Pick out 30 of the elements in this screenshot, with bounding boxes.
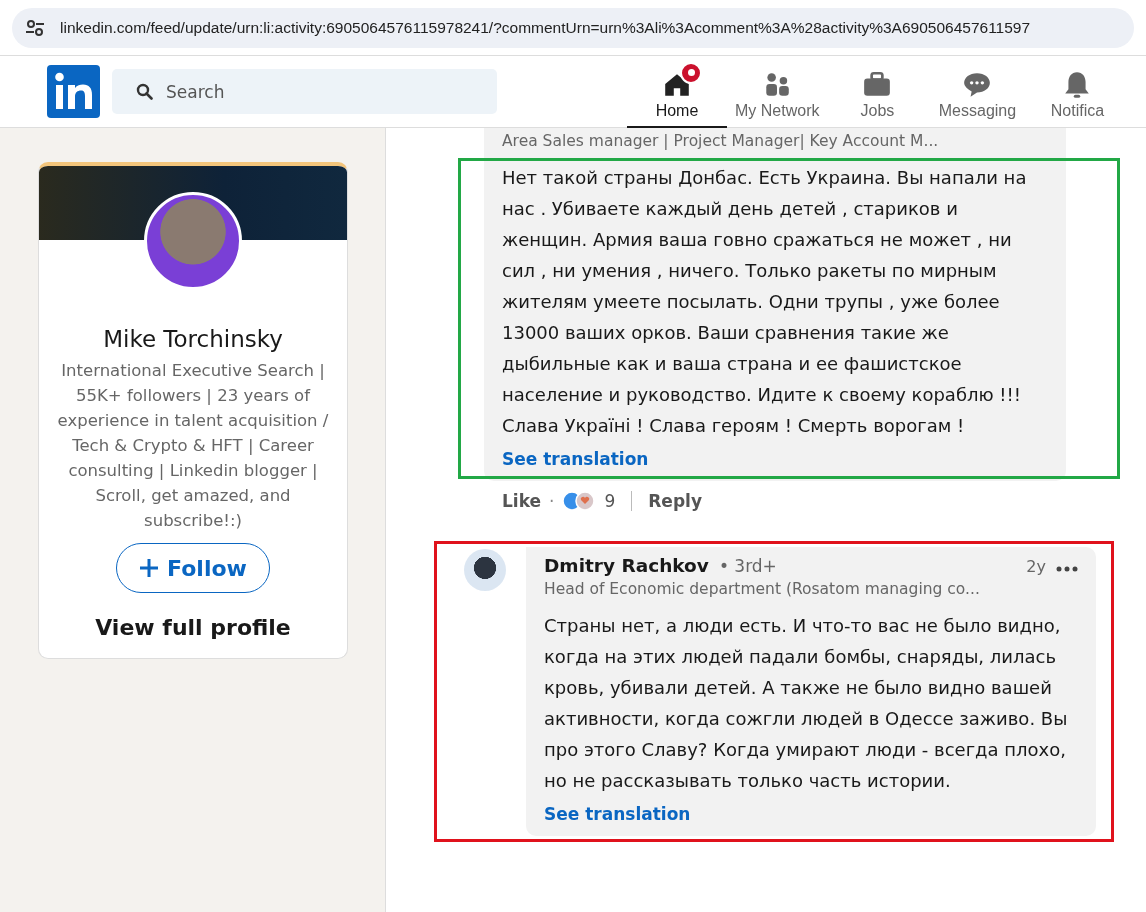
nav-tab[interactable]: Messaging xyxy=(927,55,1028,128)
plus-icon xyxy=(139,558,160,578)
more-icon[interactable] xyxy=(1056,566,1078,572)
logo-icon[interactable] xyxy=(47,65,100,118)
search-icon xyxy=(136,83,153,100)
commenter-avatar[interactable] xyxy=(464,549,506,591)
commenter-name[interactable]: Dmitry Rachkov xyxy=(544,555,709,576)
see-translation-link[interactable]: See translation xyxy=(544,804,691,824)
comment-text: Страны нет, а люди есть. И что-то вас не было видно, когда на этих людей падали бомбы, снаряды, лилась кровь, убивали детей. А также не было видно вашей активности, когда сожгли людей в Одессе заживо. Вы про этого Славу? Когда умирают люди - всегда плохо, но не рассказывать только часть истории. xyxy=(544,614,1069,793)
separator-dot: · xyxy=(549,491,555,511)
url-text: linkedin.com/feed/update/urn:li:activity:6905064576115978241/?commentUrn=urn%3Ali%3Acomment%3A%28activity%3A690506457611597 xyxy=(60,18,1031,37)
comment-text: Нет такой страны Донбас. Есть Украина. Вы напали на нас . Убиваете каждый день детей , стариков и женщин. Армия ваша говно сражаться не может , ни сил , ни умения , ничего. Только ракеты по мирным жителям умеете посылать. Одни трупы , уже более 13000 ваших орков. Ваши сравнения такие же дыбильные как и ваша страна и ее фашистское население и руководство. Идите к своему кораблю !!! Слава Україні ! Слава героям ! Смерть ворогам ! xyxy=(502,166,1028,438)
reply-button[interactable]: Reply xyxy=(648,491,702,511)
profile-headline: International Executive Search | 55K+ followers | 23 years of experience in talent acquisition / Tech & Crypto & HFT | Career consulting | Linkedin blogger | Scroll, get amazed, and subscribe!:) xyxy=(56,360,330,532)
see-translation-link[interactable]: See translation xyxy=(502,449,649,469)
reaction-count[interactable]: 9 xyxy=(604,491,616,511)
connection-degree: • 3rd+ xyxy=(718,556,777,576)
nav-tab[interactable]: My Network xyxy=(727,55,828,128)
like-button[interactable]: Like xyxy=(502,491,542,511)
address-bar[interactable]: linkedin.com/feed/update/urn:li:activity:6905064576115978241/?commentUrn=urn%3Ali%3Acomment%3A%28activity%3A690506457611597 xyxy=(12,7,1134,48)
profile-name: Mike Torchinsky xyxy=(103,326,283,352)
view-profile-link[interactable]: View full profile xyxy=(95,615,291,640)
nav-tab[interactable]: Notifica xyxy=(1027,55,1128,128)
reaction-icons xyxy=(562,491,597,511)
commenter-headline: Area Sales manager | Project Manager| Key Account M... xyxy=(502,132,940,150)
follow-button[interactable]: Follow xyxy=(116,543,270,593)
comment-age: 2y xyxy=(1026,557,1046,576)
search-field[interactable]: Search xyxy=(112,69,497,114)
commenter-headline: Head of Economic department (Rosatom managing co... xyxy=(544,580,981,598)
nav-tab[interactable]: Jobs xyxy=(827,55,928,128)
